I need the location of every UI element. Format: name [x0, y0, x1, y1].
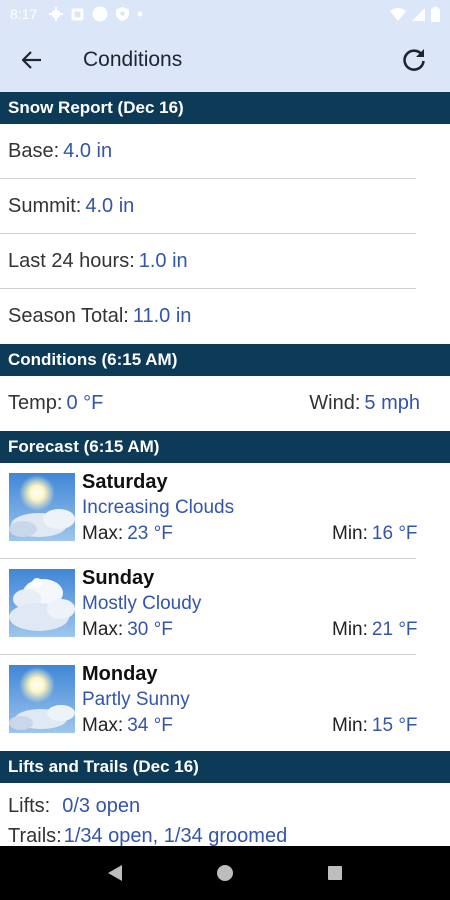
forecast-desc: Increasing Clouds — [82, 497, 235, 518]
forecast-min: Min: 16 °F — [332, 522, 450, 546]
min-label: Min: — [332, 619, 368, 640]
wind-label: Wind: — [309, 392, 361, 414]
forecast-text: Monday Partly Sunny Max: 34 °F Min: 15 °F — [82, 662, 418, 738]
min-value: 15 °F — [371, 715, 418, 736]
forecast-header: Forecast (6:15 AM) — [0, 431, 450, 463]
partly-sunny-icon — [9, 665, 75, 733]
trails-row: Trails: 1/34 open, 1/34 groomed — [0, 821, 450, 847]
conditions-row: Temp: 0 °F Wind: 5 mph — [0, 376, 450, 431]
snow-report-header: Snow Report (Dec 16) — [0, 92, 450, 124]
page-title: Conditions — [83, 48, 183, 71]
min-value: 16 °F — [371, 523, 418, 544]
lifts-trails-header: Lifts and Trails (Dec 16) — [0, 751, 450, 783]
snow-report-row-last24: Last 24 hours: 1.0 in — [0, 234, 416, 289]
refresh-icon — [403, 49, 425, 71]
temp-group: Temp: 0 °F — [8, 392, 103, 415]
circle-icon — [92, 6, 108, 22]
max-value: 23 °F — [127, 523, 173, 544]
min-label: Min: — [332, 715, 368, 736]
refresh-button[interactable] — [392, 38, 436, 82]
row-value: 4.0 in — [85, 194, 135, 217]
lifts-value: 0/3 open — [62, 794, 141, 817]
row-label: Summit: — [8, 194, 82, 217]
trails-value: 1/34 open, 1/34 groomed — [63, 824, 288, 847]
app-bar: Conditions — [0, 28, 450, 92]
notification-box-icon — [71, 8, 84, 20]
forecast-max: Max: 30 °F — [82, 618, 173, 642]
forecast-max: Max: 34 °F — [82, 714, 173, 738]
forecast-day: Sunday — [82, 567, 155, 589]
back-button[interactable] — [0, 28, 64, 92]
forecast-minmax: Max: 23 °F Min: 16 °F — [82, 522, 418, 546]
nav-home-icon[interactable] — [216, 864, 234, 882]
wind-group: Wind: 5 mph — [309, 392, 420, 415]
max-label: Max: — [82, 619, 124, 640]
row-value: 4.0 in — [63, 139, 113, 162]
forecast-desc: Mostly Cloudy — [82, 593, 202, 614]
forecast-desc: Partly Sunny — [82, 689, 190, 710]
temp-value: 0 °F — [66, 392, 104, 414]
status-bar: 8:17 — [0, 0, 450, 28]
lifts-row: Lifts: 0/3 open — [0, 791, 450, 821]
trails-label: Trails: — [8, 824, 62, 847]
shield-icon — [116, 7, 130, 21]
arrow-back-icon — [22, 51, 41, 69]
snow-report-row-summit: Summit: 4.0 in — [0, 179, 416, 234]
system-nav-bar — [0, 846, 450, 900]
forecast-item-monday: Monday Partly Sunny Max: 34 °F Min: 15 °F — [0, 655, 418, 751]
dot-icon — [137, 11, 143, 17]
status-time: 8:17 — [10, 6, 38, 22]
forecast-minmax: Max: 30 °F Min: 21 °F — [82, 618, 418, 642]
signal-icon — [412, 7, 425, 21]
conditions-header: Conditions (6:15 AM) — [0, 344, 450, 376]
mostly-cloudy-icon — [9, 569, 75, 637]
battery-icon — [431, 6, 440, 22]
nav-recents-icon[interactable] — [327, 865, 343, 881]
forecast-minmax: Max: 34 °F Min: 15 °F — [82, 714, 418, 738]
row-label: Base: — [8, 139, 60, 162]
forecast-item-sunday: Sunday Mostly Cloudy Max: 30 °F Min: 21 °F — [0, 559, 418, 655]
wifi-icon — [390, 7, 406, 21]
lifts-label: Lifts: — [8, 794, 51, 817]
settings-icon — [49, 7, 64, 21]
temp-label: Temp: — [8, 392, 63, 414]
max-value: 34 °F — [127, 715, 173, 736]
row-value: 11.0 in — [132, 305, 192, 327]
max-label: Max: — [82, 715, 124, 736]
forecast-day: Monday — [82, 663, 158, 685]
nav-back-icon[interactable] — [107, 864, 123, 882]
forecast-text: Sunday Mostly Cloudy Max: 30 °F Min: 21 °F — [82, 566, 418, 642]
row-label: Last 24 hours: — [8, 249, 135, 272]
forecast-text: Saturday Increasing Clouds Max: 23 °F Min… — [82, 470, 418, 546]
min-label: Min: — [332, 523, 368, 544]
snow-report-row-season: Season Total: 11.0 in — [0, 289, 416, 344]
content-scroll[interactable]: Snow Report (Dec 16) Base: 4.0 in Summit… — [0, 92, 450, 846]
snow-report-row-base: Base: 4.0 in — [0, 124, 416, 179]
forecast-item-saturday: Saturday Increasing Clouds Max: 23 °F Min… — [0, 463, 418, 559]
forecast-day: Saturday — [82, 471, 168, 493]
forecast-min: Min: 21 °F — [332, 618, 450, 642]
max-label: Max: — [82, 523, 124, 544]
row-label: Season Total: — [8, 305, 129, 327]
max-value: 30 °F — [127, 619, 173, 640]
forecast-max: Max: 23 °F — [82, 522, 173, 546]
row-value: 1.0 in — [138, 249, 188, 272]
forecast-min: Min: 15 °F — [332, 714, 450, 738]
partly-cloudy-icon — [9, 473, 75, 541]
wind-value: 5 mph — [364, 392, 420, 414]
min-value: 21 °F — [371, 619, 418, 640]
